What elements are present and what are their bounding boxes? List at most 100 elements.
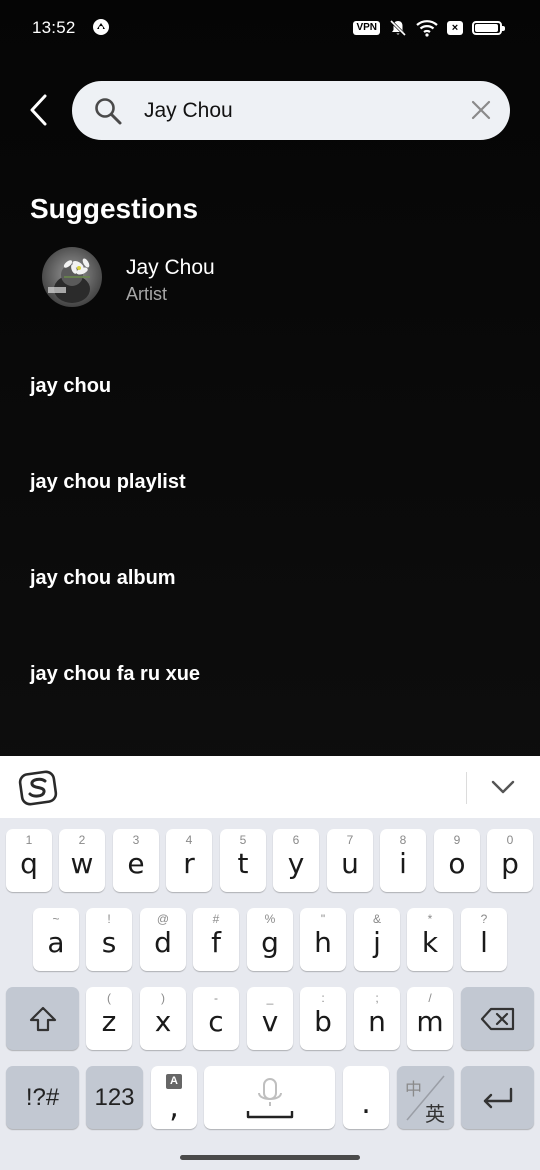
search-input[interactable]	[144, 96, 444, 126]
wifi-icon	[416, 20, 438, 37]
shift-icon	[6, 987, 79, 1050]
chevron-down-icon[interactable]	[486, 774, 520, 800]
vpn-badge: VPN	[353, 21, 380, 35]
key-z[interactable]: (z	[86, 987, 132, 1050]
key-hint: "	[320, 912, 326, 926]
key-char: g	[261, 926, 279, 959]
key-u[interactable]: 7u	[327, 829, 373, 892]
key-r[interactable]: 4r	[166, 829, 212, 892]
key-i[interactable]: 8i	[380, 829, 426, 892]
key-t[interactable]: 5t	[220, 829, 266, 892]
enter-icon	[461, 1066, 534, 1129]
key-char: c	[208, 1005, 224, 1038]
suggestion-item[interactable]: jay chou playlist	[30, 458, 510, 506]
artist-name: Jay Chou	[126, 256, 215, 279]
key-hint: 1	[25, 833, 33, 847]
key-p[interactable]: 0p	[487, 829, 533, 892]
key-g[interactable]: % g	[247, 908, 293, 971]
home-indicator[interactable]	[180, 1155, 360, 1160]
key-hint: ?	[480, 912, 488, 926]
key-hint: @	[156, 912, 170, 926]
battery-level	[475, 24, 498, 32]
key-char: z	[101, 1005, 117, 1038]
suggestion-item[interactable]: jay chou	[30, 362, 510, 410]
key-c[interactable]: -c	[193, 987, 239, 1050]
key-char: j	[373, 926, 381, 959]
backspace-icon	[461, 987, 534, 1050]
key-s[interactable]: ! s	[86, 908, 132, 971]
search-bar[interactable]	[72, 81, 510, 140]
sogou-logo-icon[interactable]	[18, 768, 58, 808]
key-y[interactable]: 6y	[273, 829, 319, 892]
key-n[interactable]: ; n	[354, 987, 400, 1050]
lang-english-label: 英	[425, 1102, 445, 1126]
key-char: t	[237, 847, 249, 880]
key-hint: &	[372, 912, 381, 926]
key-char: m	[416, 1005, 444, 1038]
battery-icon	[472, 21, 505, 35]
key-char: i	[399, 847, 407, 880]
numbers-key[interactable]: 123	[86, 1066, 143, 1129]
key-char: f	[211, 926, 221, 959]
period-key[interactable]: .	[343, 1066, 389, 1129]
key-char: .	[361, 1086, 371, 1121]
key-char: b	[314, 1005, 332, 1038]
key-hint: )	[161, 991, 165, 1005]
no-sim-badge: ×	[447, 21, 463, 35]
key-char: v	[261, 1005, 279, 1038]
key-hint: -	[214, 991, 218, 1005]
key-char: d	[154, 926, 172, 959]
key-j[interactable]: & j	[354, 908, 400, 971]
key-char: w	[70, 847, 94, 880]
key-char: ,	[169, 1090, 179, 1125]
language-switch-key[interactable]: 中 英	[397, 1066, 454, 1129]
key-v[interactable]: _ v	[247, 987, 293, 1050]
key-char: a	[47, 926, 65, 959]
key-hint: *	[427, 912, 433, 926]
key-o[interactable]: 9o	[434, 829, 480, 892]
enter-key[interactable]	[461, 1066, 534, 1129]
status-time: 13:52	[32, 18, 76, 37]
space-key[interactable]	[204, 1066, 335, 1129]
lang-chinese-label: 中	[405, 1080, 422, 1100]
key-char: h	[314, 926, 332, 959]
suggestion-item[interactable]: jay chou album	[30, 554, 510, 602]
key-m[interactable]: / m	[407, 987, 453, 1050]
soft-keyboard: 1q 2w 3e 4r 5t 6y 7u 8i 9o 0p ~ a ! s @ d #…	[0, 756, 540, 1170]
artist-type-label: Artist	[126, 284, 168, 304]
search-screen: 13:52 VPN × Jay Chou Suggestions Jay Cho…	[0, 0, 540, 1170]
key-a[interactable]: ~ a	[33, 908, 79, 971]
key-b[interactable]: :b	[300, 987, 346, 1050]
key-q[interactable]: 1q	[6, 829, 52, 892]
suggestions-heading: Suggestions	[30, 193, 199, 224]
key-char: y	[287, 847, 305, 880]
shift-key[interactable]	[6, 987, 79, 1050]
key-hint: ~	[52, 912, 60, 926]
key-f[interactable]: # f	[193, 908, 239, 971]
key-k[interactable]: * k	[407, 908, 453, 971]
status-bar: 13:52 VPN ×	[0, 0, 540, 56]
key-d[interactable]: @ d	[140, 908, 186, 971]
key-h[interactable]: " h	[300, 908, 346, 971]
backspace-key[interactable]	[461, 987, 534, 1050]
suggestion-item[interactable]: jay chou fa ru xue	[30, 650, 510, 698]
key-char: k	[421, 926, 439, 959]
toolbar-divider	[466, 772, 467, 804]
artist-suggestion[interactable]: Jay Chou Artist	[40, 244, 510, 308]
key-e[interactable]: 3e	[113, 829, 159, 892]
clear-search-icon[interactable]	[470, 99, 492, 121]
numbers-label: 123	[94, 1083, 135, 1111]
key-hint: _	[266, 991, 274, 1005]
key-w[interactable]: 2w	[59, 829, 105, 892]
key-hint: #	[212, 912, 220, 926]
back-button[interactable]	[20, 90, 56, 130]
comma-key[interactable]: A ,	[151, 1066, 197, 1129]
key-hint: 0	[506, 833, 514, 847]
microphone-icon	[204, 1066, 335, 1129]
key-hint: 5	[239, 833, 247, 847]
artist-avatar	[42, 247, 102, 307]
key-x[interactable]: ) x	[140, 987, 186, 1050]
symbols-key[interactable]: !?#	[6, 1066, 79, 1129]
key-l[interactable]: ? l	[461, 908, 507, 971]
key-char: s	[101, 926, 117, 959]
